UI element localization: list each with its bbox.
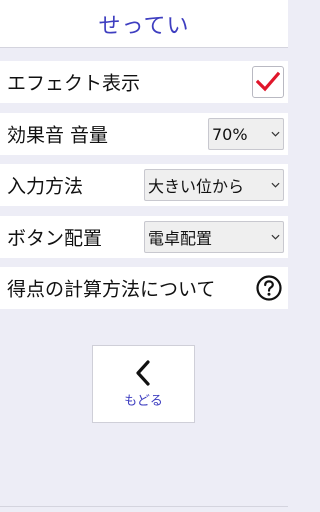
- buttons-label: ボタン配置: [7, 227, 103, 250]
- setting-row-volume: 効果音 音量 70%: [0, 113, 288, 155]
- setting-row-input: 入力方法 大きい位から: [0, 164, 288, 206]
- setting-row-effect: エフェクト表示: [0, 61, 288, 103]
- input-value: 大きい位から: [148, 177, 245, 196]
- bottom-divider: [0, 506, 288, 507]
- buttons-value: 電卓配置: [148, 229, 213, 248]
- chevron-down-icon: [271, 131, 280, 137]
- setting-row-buttons: ボタン配置 電卓配置: [0, 216, 288, 258]
- question-circle-icon[interactable]: [256, 275, 282, 301]
- input-label: 入力方法: [7, 175, 84, 198]
- back-button[interactable]: もどる: [92, 345, 195, 423]
- chevron-left-icon: [135, 359, 150, 386]
- header-bar: せってい: [0, 0, 288, 48]
- buttons-select[interactable]: 電卓配置: [144, 221, 284, 253]
- effect-label: エフェクト表示: [7, 72, 141, 95]
- volume-label: 効果音 音量: [7, 124, 109, 147]
- volume-value: 70%: [212, 124, 248, 144]
- checkmark-icon: [256, 71, 280, 92]
- chevron-down-icon: [271, 234, 280, 240]
- setting-row-help[interactable]: 得点の計算方法について: [0, 267, 288, 309]
- volume-select[interactable]: 70%: [208, 118, 284, 150]
- chevron-down-icon: [271, 182, 280, 188]
- effect-checkbox[interactable]: [252, 66, 284, 98]
- help-label: 得点の計算方法について: [7, 278, 216, 301]
- back-label: もどる: [124, 393, 163, 409]
- page-title: せってい: [98, 13, 190, 39]
- input-select[interactable]: 大きい位から: [144, 169, 284, 201]
